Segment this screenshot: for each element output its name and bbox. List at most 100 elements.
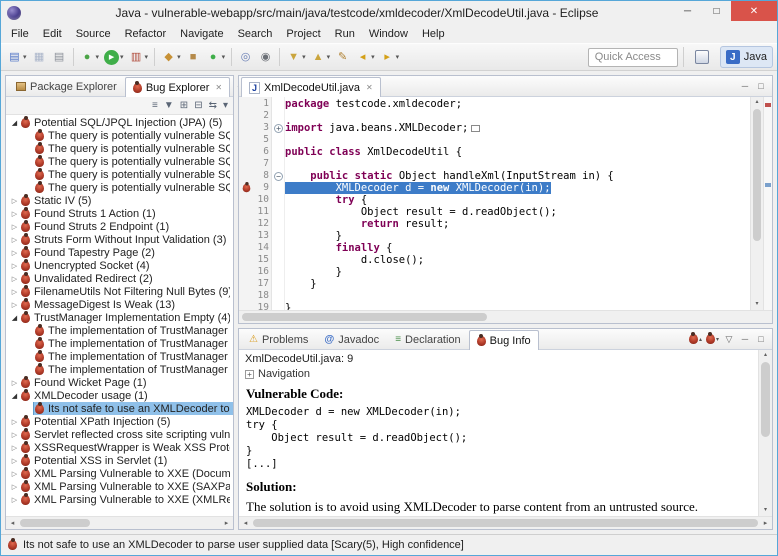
java-perspective-button[interactable]: J Java [719, 46, 773, 68]
scrollbar-thumb[interactable] [253, 519, 758, 527]
tree-item[interactable]: ◢ TrustManager Implementation Empty (4) [6, 311, 233, 324]
dropdown-arrow-icon[interactable]: ▾ [96, 53, 100, 61]
titlebar[interactable]: Java - vulnerable-webapp/src/main/java/t… [1, 1, 777, 24]
menu-run[interactable]: Run [328, 26, 362, 42]
code-text[interactable]: Object result = d.readObject(); [285, 206, 557, 218]
tree-item[interactable]: ▷ Struts Form Without Input Validation (3… [6, 233, 233, 246]
collapsed-arrow-icon[interactable]: ▷ [9, 431, 20, 439]
code-text[interactable]: XMLDecoder d = new XMLDecoder(in); [285, 182, 551, 194]
bug-info-horizontal-scrollbar[interactable]: ◂ ▸ [239, 516, 772, 529]
quick-access-field[interactable]: Quick Access [587, 47, 678, 67]
tree-item[interactable]: ▷ XML Parsing Vulnerable to XXE (Documen [6, 467, 233, 480]
expand-all-icon[interactable]: ⊞ [180, 100, 188, 111]
open-type-button[interactable]: ◎ [236, 46, 255, 68]
previous-annotation-button[interactable]: ▲ ▾ [309, 46, 333, 68]
selection-annotation-mark[interactable] [765, 183, 771, 187]
tree-item[interactable]: ▷ FilenameUtils Not Filtering Null Bytes … [6, 285, 233, 298]
expanded-arrow-icon[interactable]: ◢ [9, 392, 20, 400]
tree-item[interactable]: The query is potentially vulnerable SQL, [6, 155, 233, 168]
tree-item[interactable]: ▷ Found Struts 2 Endpoint (1) [6, 220, 233, 233]
menu-help[interactable]: Help [415, 26, 452, 42]
scroll-right-icon[interactable]: ▸ [220, 517, 233, 529]
tree-item[interactable]: The query is potentially vulnerable SQL, [6, 129, 233, 142]
code-text[interactable]: } [285, 278, 316, 290]
bug-tree[interactable]: ◢ Potential SQL/JPQL Injection (JPA) (5) T… [6, 115, 233, 516]
view-menu-icon[interactable]: ▾ [223, 100, 228, 111]
scroll-left-icon[interactable]: ◂ [239, 517, 252, 529]
expanded-arrow-icon[interactable]: ◢ [9, 314, 20, 322]
restore-window-button[interactable]: □ [702, 1, 731, 21]
tree-item[interactable]: The query is potentially vulnerable SQL, [6, 181, 233, 194]
tree-item[interactable]: The implementation of TrustManager is [6, 363, 233, 376]
next-annotation-button[interactable]: ▼ ▾ [284, 46, 308, 68]
tree-item[interactable]: ▷ XSSRequestWrapper is Weak XSS Protectio [6, 441, 233, 454]
run-button[interactable]: ▶ ▾ [102, 46, 126, 68]
editor-tab-xmldecodeutil-java[interactable]: J XmlDecodeUtil.java ✕ [241, 77, 381, 97]
collapsed-arrow-icon[interactable]: ▷ [9, 496, 20, 504]
dropdown-arrow-icon[interactable]: ▾ [327, 53, 331, 61]
code-text[interactable]: public class XmlDecodeUtil { [285, 146, 462, 158]
maximize-view-icon[interactable]: □ [755, 81, 767, 91]
collapsed-arrow-icon[interactable]: ▷ [9, 288, 20, 296]
tree-item[interactable]: ▷ Unvalidated Redirect (2) [6, 272, 233, 285]
scrollbar-thumb[interactable] [761, 362, 770, 437]
collapsed-arrow-icon[interactable]: ▷ [9, 236, 20, 244]
tab-problems[interactable]: ⚠ Problems [241, 329, 316, 349]
close-tab-icon[interactable]: ✕ [366, 83, 373, 92]
fold-collapse-icon[interactable]: − [274, 171, 283, 181]
code-editor[interactable]: 1 package testcode.xmldecoder; 2 3 + import j… [239, 97, 772, 310]
scrollbar-thumb[interactable] [753, 109, 761, 242]
tab-bug-info[interactable]: Bug Info [468, 330, 539, 350]
maximize-view-icon[interactable]: □ [755, 334, 767, 344]
code-text[interactable]: import java.beans.XMLDecoder; [285, 122, 481, 134]
last-edit-location-button[interactable]: ✎ [333, 46, 352, 68]
collapsed-arrow-icon[interactable]: ▷ [9, 262, 20, 270]
scroll-left-icon[interactable]: ◂ [6, 517, 19, 529]
group-by-icon[interactable]: ≡ [152, 100, 158, 111]
tab-package-explorer[interactable]: Package Explorer [8, 76, 125, 96]
dropdown-arrow-icon[interactable]: ▾ [222, 53, 226, 61]
new-java-project-button[interactable]: ◆ ▾ [159, 46, 183, 68]
print-button[interactable]: ▤ [50, 46, 69, 68]
collapsed-region-icon[interactable] [471, 124, 481, 132]
menu-search[interactable]: Search [231, 26, 280, 42]
menu-navigate[interactable]: Navigate [173, 26, 230, 42]
code-text[interactable]: package testcode.xmldecoder; [285, 98, 462, 110]
tree-item[interactable]: ▷ Potential XPath Injection (5) [6, 415, 233, 428]
collapsed-arrow-icon[interactable]: ▷ [9, 483, 20, 491]
dropdown-arrow-icon[interactable]: ▾ [120, 53, 124, 61]
open-perspective-button[interactable] [689, 46, 715, 68]
menu-edit[interactable]: Edit [36, 26, 69, 42]
scrollbar-thumb[interactable] [242, 313, 488, 321]
scroll-up-icon[interactable]: ▴ [759, 350, 772, 361]
tab-bug-explorer[interactable]: Bug Explorer ✕ [124, 77, 231, 97]
dropdown-arrow-icon[interactable]: ▾ [177, 53, 181, 61]
tree-item[interactable]: ▷ XML Parsing Vulnerable to XXE (XMLReade [6, 493, 233, 506]
tree-item[interactable]: ▷ Found Tapestry Page (2) [6, 246, 233, 259]
collapsed-arrow-icon[interactable]: ▷ [9, 470, 20, 478]
bug-info-vertical-scrollbar[interactable]: ▴ ▾ [758, 350, 772, 516]
view-menu-button[interactable]: ▽ [723, 334, 735, 345]
collapse-all-icon[interactable]: ⊟ [194, 100, 202, 111]
new-wizard-button[interactable]: ▤ ▾ [5, 46, 29, 68]
back-button[interactable]: ◂ ▾ [353, 46, 377, 68]
tree-item[interactable]: ▷ Unencrypted Socket (4) [6, 259, 233, 272]
menu-file[interactable]: File [4, 26, 36, 42]
expanded-arrow-icon[interactable]: ◢ [9, 119, 20, 127]
tab-javadoc[interactable]: @ Javadoc [316, 329, 387, 349]
dropdown-arrow-icon[interactable]: ▾ [302, 53, 306, 61]
close-tab-icon[interactable]: ✕ [215, 83, 222, 92]
tree-item[interactable]: ◢ Potential SQL/JPQL Injection (JPA) (5) [6, 116, 233, 129]
scroll-up-icon[interactable]: ▴ [751, 97, 763, 108]
code-lines[interactable]: 1 package testcode.xmldecoder; 2 3 + import j… [239, 97, 750, 310]
menu-source[interactable]: Source [69, 26, 118, 42]
filter-icon[interactable]: ▼ [164, 100, 174, 111]
search-button[interactable]: ◉ [256, 46, 275, 68]
next-bug-button[interactable]: ▾ [705, 332, 719, 344]
close-window-button[interactable]: ✕ [731, 1, 777, 21]
collapsed-arrow-icon[interactable]: ▷ [9, 197, 20, 205]
forward-button[interactable]: ▸ ▾ [378, 46, 402, 68]
minimize-view-icon[interactable]: ─ [739, 334, 751, 344]
scrollbar-thumb[interactable] [20, 519, 90, 527]
collapsed-arrow-icon[interactable]: ▷ [9, 223, 20, 231]
